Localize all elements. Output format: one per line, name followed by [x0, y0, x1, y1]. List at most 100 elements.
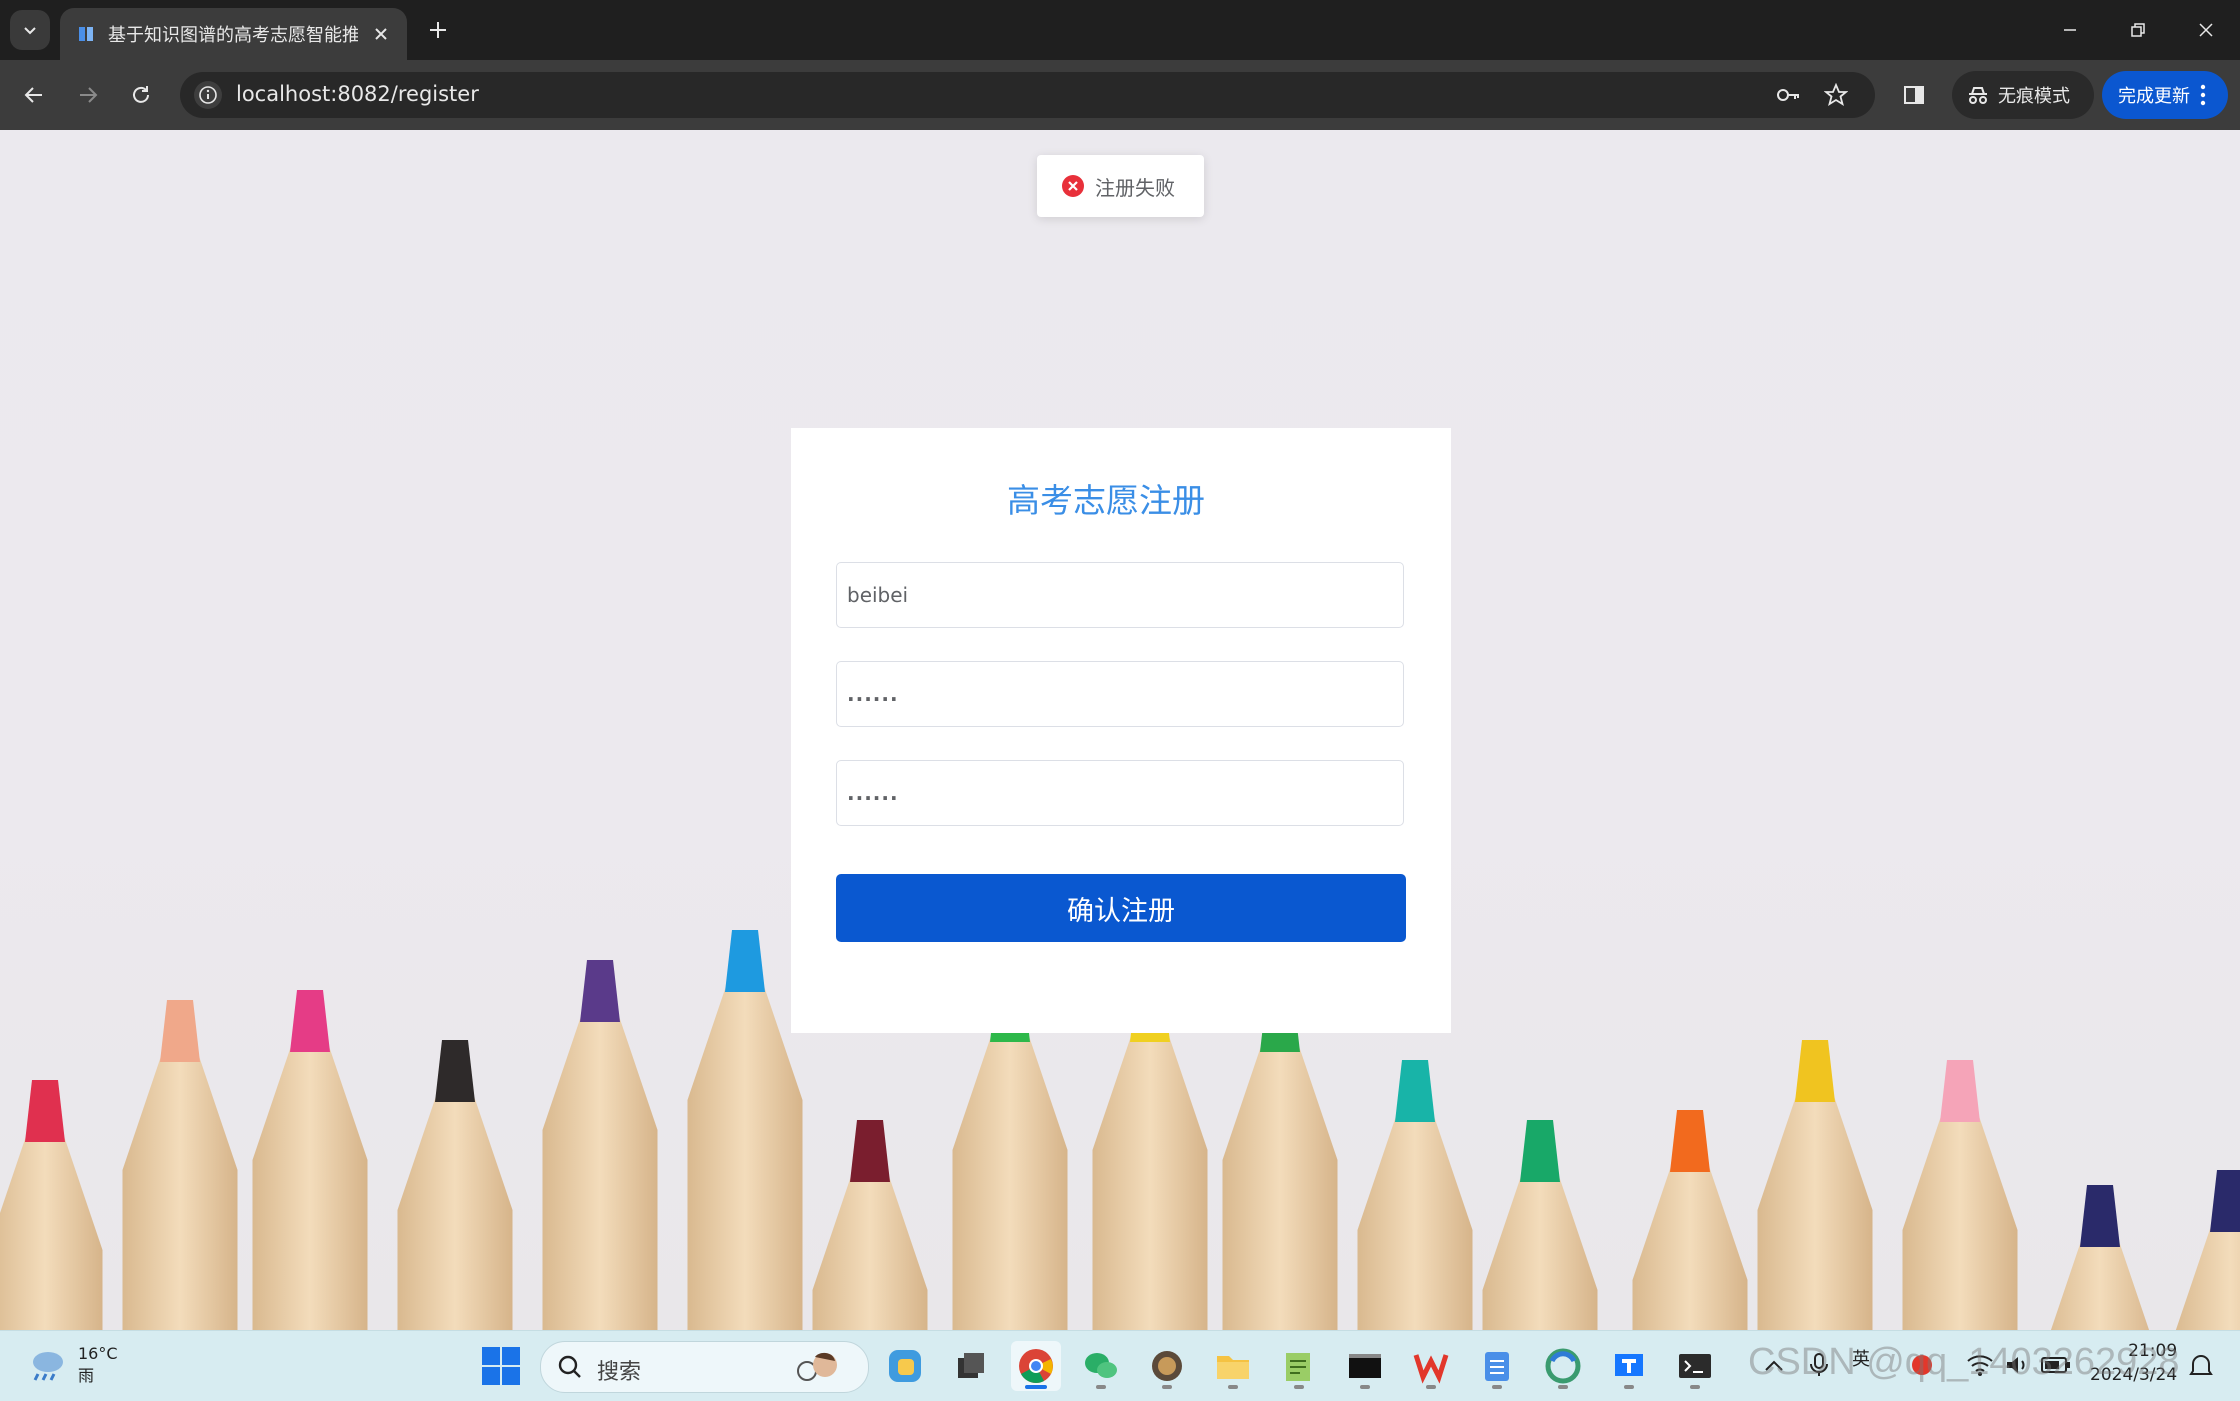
- username-field[interactable]: [836, 562, 1404, 628]
- reload-icon: [133, 86, 149, 103]
- wps-app[interactable]: [1406, 1341, 1456, 1391]
- error-toast: 注册失败: [1037, 155, 1204, 217]
- minimize-button[interactable]: [2036, 0, 2104, 60]
- restore-icon: [2131, 23, 2145, 37]
- side-panel-icon: [1904, 86, 1924, 104]
- plus-icon: [430, 22, 446, 38]
- notepad-plus-icon: [1286, 1353, 1310, 1381]
- taskbar-search[interactable]: 搜索: [540, 1341, 869, 1393]
- weather-widget[interactable]: 16°C 雨: [26, 1343, 118, 1387]
- browser-toolbar: localhost:8082/register 无痕模式 完成更新: [0, 60, 2240, 130]
- editor-app[interactable]: [1274, 1341, 1324, 1391]
- search-placeholder: 搜索: [597, 1360, 642, 1385]
- csdn-watermark: CSDN @qq_1403262928: [1748, 1341, 2180, 1383]
- notification-icon[interactable]: [2188, 1353, 2214, 1379]
- cmd-app[interactable]: [1340, 1341, 1390, 1391]
- windows-start-icon[interactable]: [480, 1345, 522, 1387]
- new-tab-button[interactable]: [422, 14, 454, 46]
- address-bar[interactable]: localhost:8082/register: [180, 72, 1875, 118]
- confirm-password-field[interactable]: [836, 760, 1404, 826]
- toast-message: 注册失败: [1095, 175, 1175, 200]
- book-favicon-icon: [79, 27, 93, 41]
- running-indicator: [1690, 1385, 1700, 1389]
- update-label: 完成更新: [2118, 86, 2190, 107]
- back-button[interactable]: [14, 75, 54, 115]
- todesk-app[interactable]: [1604, 1341, 1654, 1391]
- chrome-app[interactable]: [1011, 1341, 1061, 1391]
- active-tab[interactable]: 基于知识图谱的高考志愿智能推: [60, 8, 407, 60]
- terminal-app[interactable]: [1670, 1341, 1720, 1391]
- edge-dev-icon: [1545, 1348, 1581, 1384]
- confirm-password-input[interactable]: [837, 761, 1377, 825]
- wps-icon: [1413, 1354, 1449, 1384]
- notepad-icon: [1485, 1352, 1509, 1381]
- tab-search-button[interactable]: [10, 10, 50, 50]
- running-indicator: [1096, 1385, 1106, 1389]
- active-indicator: [1025, 1385, 1047, 1389]
- reload-button[interactable]: [121, 75, 161, 115]
- site-info-button[interactable]: [194, 81, 222, 109]
- update-button[interactable]: 完成更新: [2102, 71, 2228, 119]
- incognito-label: 无痕模式: [1998, 86, 2070, 107]
- taskbar: 16°C 雨 搜索 英 21:09 2024/3/24 CSDN @qq_140…: [0, 1330, 2240, 1401]
- forward-button[interactable]: [68, 75, 108, 115]
- tab-close-button[interactable]: [369, 22, 393, 46]
- incognito-indicator[interactable]: 无痕模式: [1952, 71, 2094, 119]
- folder-icon: [1217, 1356, 1249, 1379]
- restore-button[interactable]: [2104, 0, 2172, 60]
- running-indicator: [1360, 1385, 1370, 1389]
- side-panel-button[interactable]: [1894, 75, 1934, 115]
- running-indicator: [1492, 1385, 1502, 1389]
- arrow-left-icon: [24, 87, 42, 103]
- search-highlight-icon: [797, 1352, 837, 1381]
- more-vert-icon: [2200, 84, 2206, 106]
- running-indicator: [1426, 1385, 1436, 1389]
- browser-tabstrip: 基于知识图谱的高考志愿智能推: [0, 0, 2240, 60]
- confirm-register-button[interactable]: 确认注册: [836, 874, 1406, 942]
- key-icon: [1777, 89, 1799, 101]
- rain-cloud-icon: [33, 1352, 63, 1381]
- bookmark-button[interactable]: [1822, 81, 1850, 109]
- wechat-app[interactable]: [1076, 1341, 1126, 1391]
- password-field[interactable]: [836, 661, 1404, 727]
- register-page: 注册失败 高考志愿注册 确认注册: [0, 130, 2240, 1330]
- running-indicator: [1624, 1385, 1634, 1389]
- running-indicator: [1294, 1385, 1304, 1389]
- file-explorer-app[interactable]: [1208, 1341, 1258, 1391]
- tab-title: 基于知识图谱的高考志愿智能推: [108, 25, 358, 46]
- copilot-app[interactable]: [880, 1341, 930, 1391]
- password-key-button[interactable]: [1774, 81, 1802, 109]
- close-icon: [2199, 23, 2213, 37]
- incognito-icon: [1969, 87, 1987, 104]
- username-input[interactable]: [837, 563, 1377, 627]
- game-app[interactable]: [1142, 1341, 1192, 1391]
- task-view-icon: [958, 1353, 984, 1378]
- chevron-down-icon: [24, 27, 36, 35]
- game-avatar-icon: [1152, 1351, 1182, 1381]
- star-icon: [1824, 83, 1848, 106]
- form-title: 高考志愿注册: [1007, 481, 1205, 520]
- notepad-app[interactable]: [1472, 1341, 1522, 1391]
- copilot-icon: [889, 1350, 921, 1382]
- info-icon: [199, 86, 217, 104]
- running-indicator: [1558, 1385, 1568, 1389]
- running-indicator: [1228, 1385, 1238, 1389]
- arrow-right-icon: [80, 87, 98, 103]
- command-prompt-icon: [1349, 1354, 1381, 1378]
- chrome-icon: [1019, 1349, 1053, 1383]
- wechat-icon: [1085, 1353, 1117, 1378]
- url-text: localhost:8082/register: [236, 82, 479, 106]
- minimize-icon: [2064, 29, 2076, 31]
- task-view-app[interactable]: [946, 1341, 996, 1391]
- close-window-button[interactable]: [2172, 0, 2240, 60]
- terminal-icon: [1679, 1354, 1711, 1378]
- running-indicator: [1162, 1385, 1172, 1389]
- password-input[interactable]: [837, 662, 1377, 726]
- search-icon: [558, 1355, 581, 1378]
- temperature: 16°C: [78, 1344, 118, 1363]
- browser-app[interactable]: [1538, 1341, 1588, 1391]
- error-circle-icon: [1062, 175, 1084, 197]
- weather-condition: 雨: [78, 1366, 95, 1385]
- close-icon: [375, 28, 387, 40]
- remote-desktop-icon: [1615, 1354, 1643, 1376]
